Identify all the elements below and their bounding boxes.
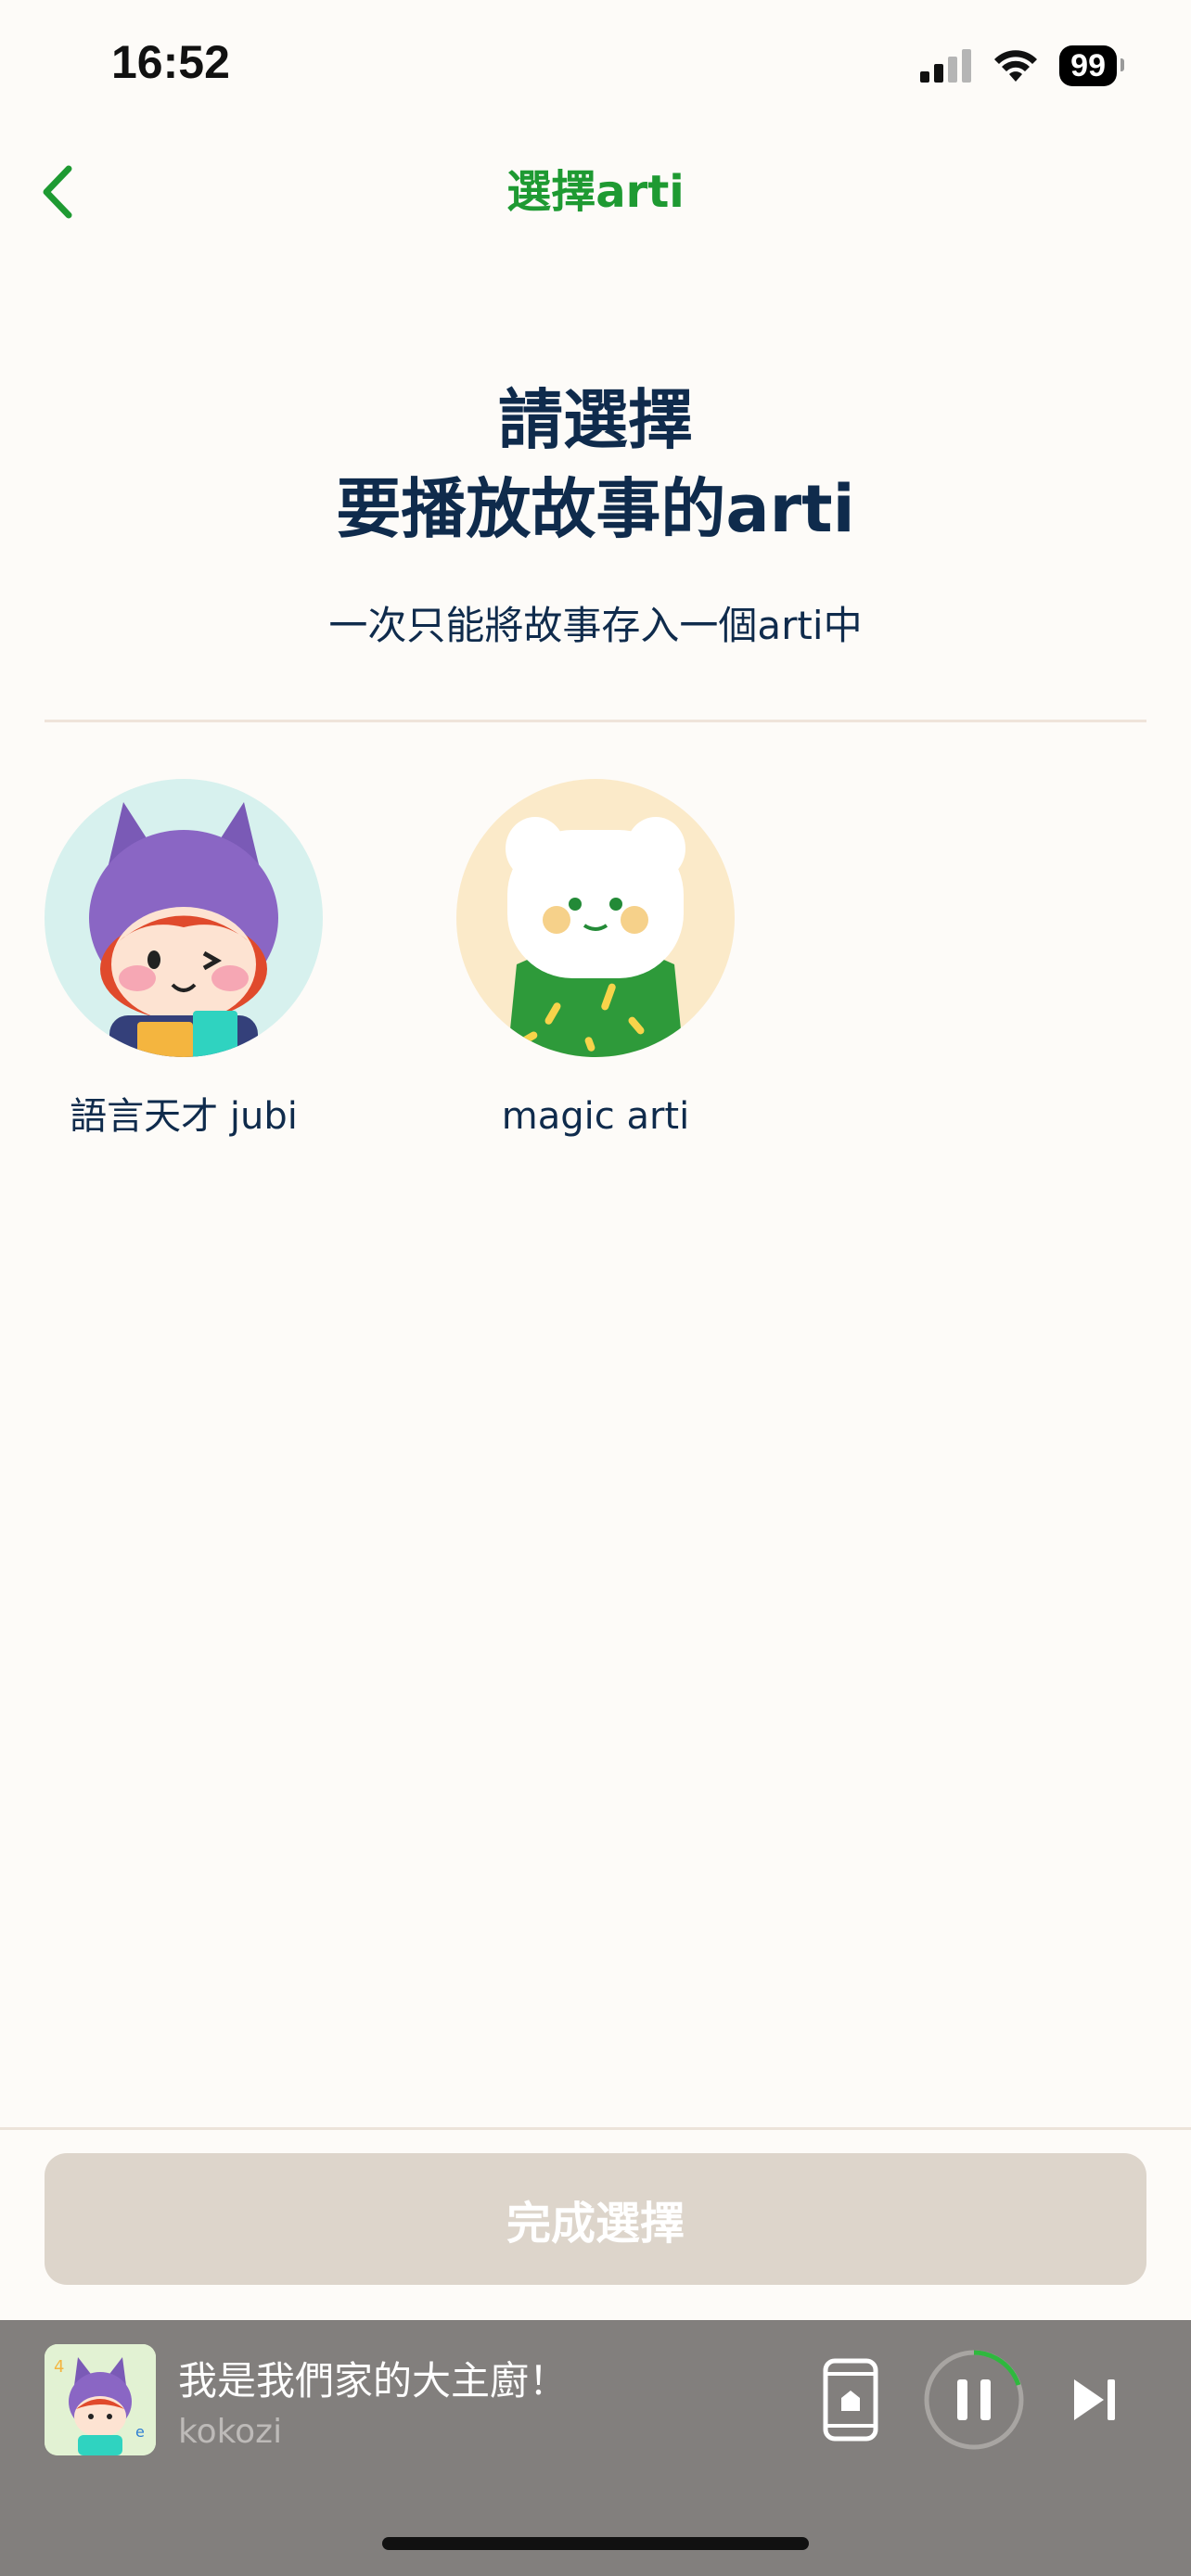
heading-line-1: 請選擇 xyxy=(498,382,693,458)
svg-text:4: 4 xyxy=(54,2357,64,2377)
page-title: 選擇arti xyxy=(506,166,685,218)
arti-name-magic: magic arti xyxy=(501,1095,690,1138)
skip-next-icon xyxy=(1074,2379,1115,2420)
arti-option-jubi[interactable]: 語言天才 jubi xyxy=(45,779,323,1142)
arti-option-magic[interactable]: magic arti xyxy=(456,779,735,1142)
pause-button[interactable] xyxy=(922,2348,1026,2452)
arti-avatar-jubi xyxy=(45,779,323,1057)
next-button[interactable] xyxy=(1070,2376,1119,2424)
battery-icon: 99 xyxy=(1059,45,1124,86)
phone-device-icon xyxy=(823,2358,878,2442)
arti-name-jubi: 語言天才 jubi xyxy=(70,1095,298,1138)
divider xyxy=(45,720,1146,722)
heading: 請選擇 要播放故事的arti xyxy=(0,376,1191,554)
player-title: 我是我們家的大主廚！ xyxy=(178,2358,569,2404)
player-artwork: 4 e xyxy=(45,2344,156,2455)
screen: 16:52 99 選擇arti 請選擇 要播放故事的arti 一次只能將故事存入… xyxy=(0,0,1191,2576)
divider xyxy=(0,2127,1191,2130)
home-indicator xyxy=(382,2537,809,2550)
status-time: 16:52 xyxy=(111,36,230,88)
subheading: 一次只能將故事存入一個arti中 xyxy=(328,603,863,648)
heading-line-2: 要播放故事的arti xyxy=(336,471,855,547)
pause-icon xyxy=(924,2350,1024,2450)
signal-icon xyxy=(920,49,972,83)
arti-avatar-magic xyxy=(456,779,735,1057)
done-button[interactable]: 完成選擇 xyxy=(45,2153,1146,2285)
player-artist: kokozi xyxy=(178,2413,283,2451)
device-button[interactable] xyxy=(822,2357,879,2442)
wifi-icon xyxy=(994,50,1038,82)
status-icons: 99 xyxy=(920,45,1124,87)
svg-text:e: e xyxy=(135,2423,145,2441)
